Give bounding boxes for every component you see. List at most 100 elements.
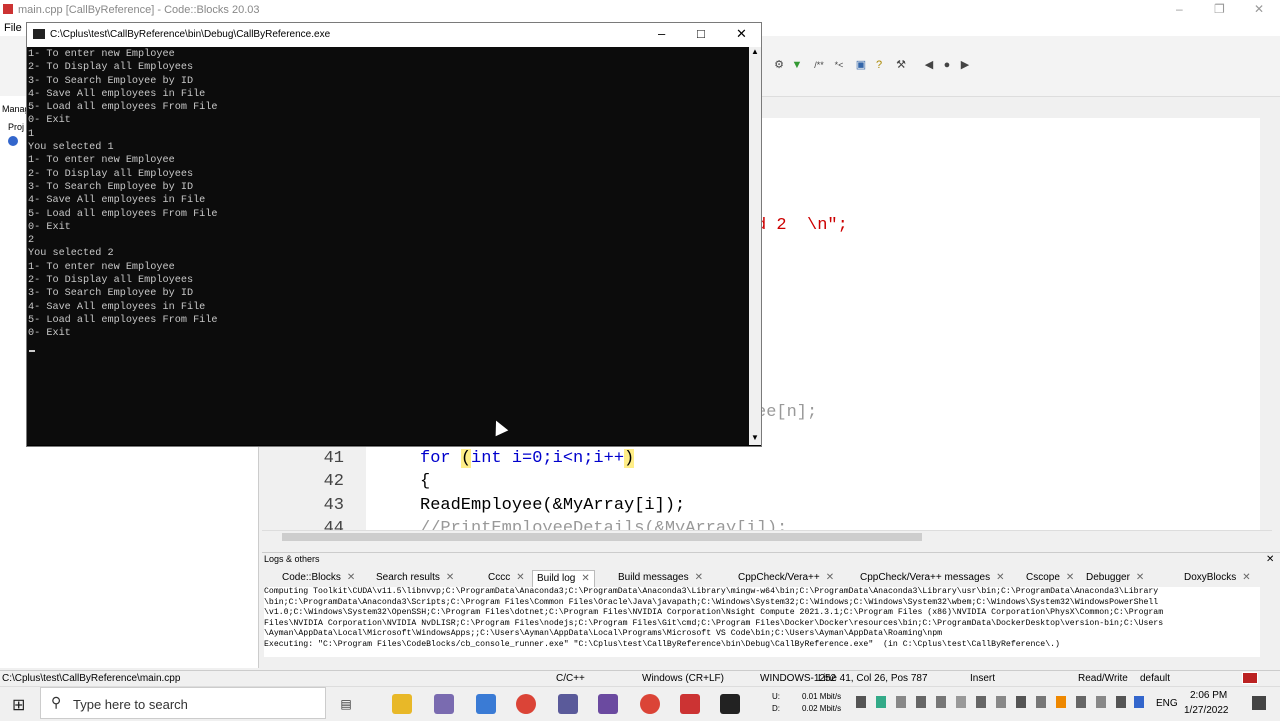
log-line: Computing Toolkit\CUDA\v11.5\libnvvp;C:\…: [264, 587, 1159, 596]
log-line: \bin;C:\ProgramData\Anaconda3\Scripts;C:…: [264, 597, 1159, 607]
toolbar-icon-1[interactable]: ⚙: [772, 58, 786, 72]
tray-icon-5[interactable]: [936, 696, 946, 708]
tray-icon-6[interactable]: [956, 696, 966, 708]
tray-icon-13[interactable]: [1096, 696, 1106, 708]
log-line: \Ayman\AppData\Local\Microsoft\WindowsAp…: [264, 629, 943, 638]
uncomment-icon[interactable]: *<: [832, 58, 846, 72]
keyword-for: for: [420, 449, 461, 468]
line-number: 43: [323, 496, 344, 515]
tab-build-log[interactable]: Build log ✕: [532, 570, 595, 587]
clock-date[interactable]: 1/27/2022: [1184, 705, 1229, 716]
tray-icon-4[interactable]: [916, 696, 926, 708]
tray-icon-9[interactable]: [1016, 696, 1026, 708]
console-line: You selected 1: [28, 142, 114, 154]
tab-cppcheck-messages[interactable]: CppCheck/Vera++ messages ✕: [856, 570, 1008, 586]
menu-file[interactable]: File: [4, 22, 22, 34]
paren-close: ): [624, 449, 635, 468]
console-close-icon[interactable]: ✕: [736, 26, 747, 42]
chrome-icon-2[interactable]: [640, 694, 660, 714]
console-line: 0- Exit: [28, 328, 71, 340]
ide-maximize-icon[interactable]: ❐: [1214, 2, 1225, 16]
status-bar: C:\Cplus\test\CallByReference\main.cpp C…: [0, 670, 1280, 687]
tray-icon-10[interactable]: [1036, 696, 1046, 708]
projects-tab[interactable]: Proj: [8, 122, 24, 132]
speaker-icon[interactable]: [1116, 696, 1126, 708]
tray-icon-7[interactable]: [976, 696, 986, 708]
console-line: 5- Load all employees From File: [28, 314, 218, 326]
tab-cccc[interactable]: Cccc ✕: [484, 570, 529, 586]
tab-cscope[interactable]: Cscope ✕: [1022, 570, 1078, 586]
console-line: 4- Save All employees in File: [28, 301, 206, 313]
app-icon-3[interactable]: [558, 694, 578, 714]
chrome-icon[interactable]: [516, 694, 536, 714]
line-number: 44: [323, 519, 344, 530]
app-icon-1[interactable]: [434, 694, 454, 714]
build-log-output: Computing Toolkit\CUDA\v11.5\libnvvp;C:\…: [264, 587, 1260, 657]
codeblocks-taskbar-icon[interactable]: [680, 694, 700, 714]
next-icon[interactable]: ▶: [958, 58, 972, 72]
status-access: Read/Write: [1078, 673, 1128, 684]
tab-cppcheck[interactable]: CppCheck/Vera++ ✕: [734, 570, 838, 586]
partial-string: d 2 \n";: [756, 216, 848, 235]
help-icon[interactable]: ?: [872, 58, 886, 72]
tray-icon-2[interactable]: [876, 696, 886, 708]
tray-icon-1[interactable]: [856, 696, 866, 708]
input-language[interactable]: ENG: [1156, 698, 1178, 709]
console-minimize-icon[interactable]: –: [658, 26, 665, 41]
wrench-icon[interactable]: ⚒: [894, 58, 908, 72]
tray-icon-11[interactable]: [1056, 696, 1066, 708]
tab-codeblocks[interactable]: Code::Blocks ✕: [278, 570, 359, 586]
console-caret: [29, 350, 35, 352]
console-app-icon: [33, 29, 45, 39]
file-explorer-icon[interactable]: [392, 694, 412, 714]
console-line: 2- To Display all Employees: [28, 275, 194, 287]
net-download-speed: 0.02 Mbit/s: [802, 704, 842, 713]
ide-window-title: main.cpp [CallByReference] - Code::Block…: [18, 4, 260, 16]
net-upload-speed: 0.01 Mbit/s: [802, 692, 842, 701]
status-profile: default: [1140, 673, 1171, 684]
notification-icon[interactable]: [1252, 696, 1266, 710]
tab-doxyblocks[interactable]: DoxyBlocks ✕: [1180, 570, 1255, 586]
logs-close-icon[interactable]: ✕: [1266, 554, 1274, 565]
console-vertical-scrollbar[interactable]: ▲ ▼: [749, 47, 761, 445]
app-icon-2[interactable]: [476, 694, 496, 714]
taskbar-search-box[interactable]: ⚲ Type here to search: [40, 687, 326, 719]
tab-search-results[interactable]: Search results ✕: [372, 570, 458, 586]
console-line: 3- To Search Employee by ID: [28, 181, 194, 193]
scroll-down-icon[interactable]: ▼: [751, 433, 759, 442]
console-line: 3- To Search Employee by ID: [28, 288, 194, 300]
code-line: //PrintEmployeeDetails(&MyArray[i]);: [420, 519, 788, 530]
hscroll-thumb[interactable]: [282, 533, 922, 541]
console-taskbar-icon[interactable]: [720, 694, 740, 714]
line-number: 42: [323, 472, 344, 491]
toolbar-icon-3[interactable]: ▣: [854, 58, 868, 72]
task-view-icon[interactable]: ▤: [336, 694, 356, 714]
ide-close-icon[interactable]: ✕: [1254, 2, 1264, 16]
editor-horizontal-scrollbar[interactable]: [262, 530, 1272, 543]
toolbar-icon-2[interactable]: ▼: [790, 58, 804, 72]
tray-icon-12[interactable]: [1076, 696, 1086, 708]
record-icon[interactable]: ●: [940, 58, 954, 72]
console-line: 2- To Display all Employees: [28, 62, 194, 74]
bluetooth-icon[interactable]: [1134, 696, 1144, 708]
comment-icon[interactable]: /**: [812, 58, 826, 72]
tray-icon-8[interactable]: [996, 696, 1006, 708]
tray-icon-3[interactable]: [896, 696, 906, 708]
status-mode: Insert: [970, 673, 996, 684]
status-eol: Windows (CR+LF): [642, 673, 724, 684]
tab-build-messages[interactable]: Build messages ✕: [614, 570, 707, 586]
clock-time[interactable]: 2:06 PM: [1190, 690, 1227, 701]
visual-studio-icon[interactable]: [598, 694, 618, 714]
log-line: \v1.0;C:\Windows\System32\OpenSSH;C:\Pro…: [264, 608, 1164, 617]
console-line: 3- To Search Employee by ID: [28, 75, 194, 87]
tab-debugger[interactable]: Debugger ✕: [1082, 570, 1148, 586]
windows-start-icon[interactable]: ⊞: [12, 695, 25, 715]
ide-minimize-icon[interactable]: –: [1176, 2, 1183, 16]
editor-vertical-scrollbar[interactable]: [1260, 118, 1272, 532]
line-number: 41: [323, 449, 344, 468]
partial-declaration: ee[n];: [756, 403, 818, 422]
scroll-up-icon[interactable]: ▲: [751, 47, 759, 56]
status-position: Line 41, Col 26, Pos 787: [818, 673, 928, 684]
prev-icon[interactable]: ◀: [922, 58, 936, 72]
console-maximize-icon[interactable]: □: [697, 26, 705, 41]
